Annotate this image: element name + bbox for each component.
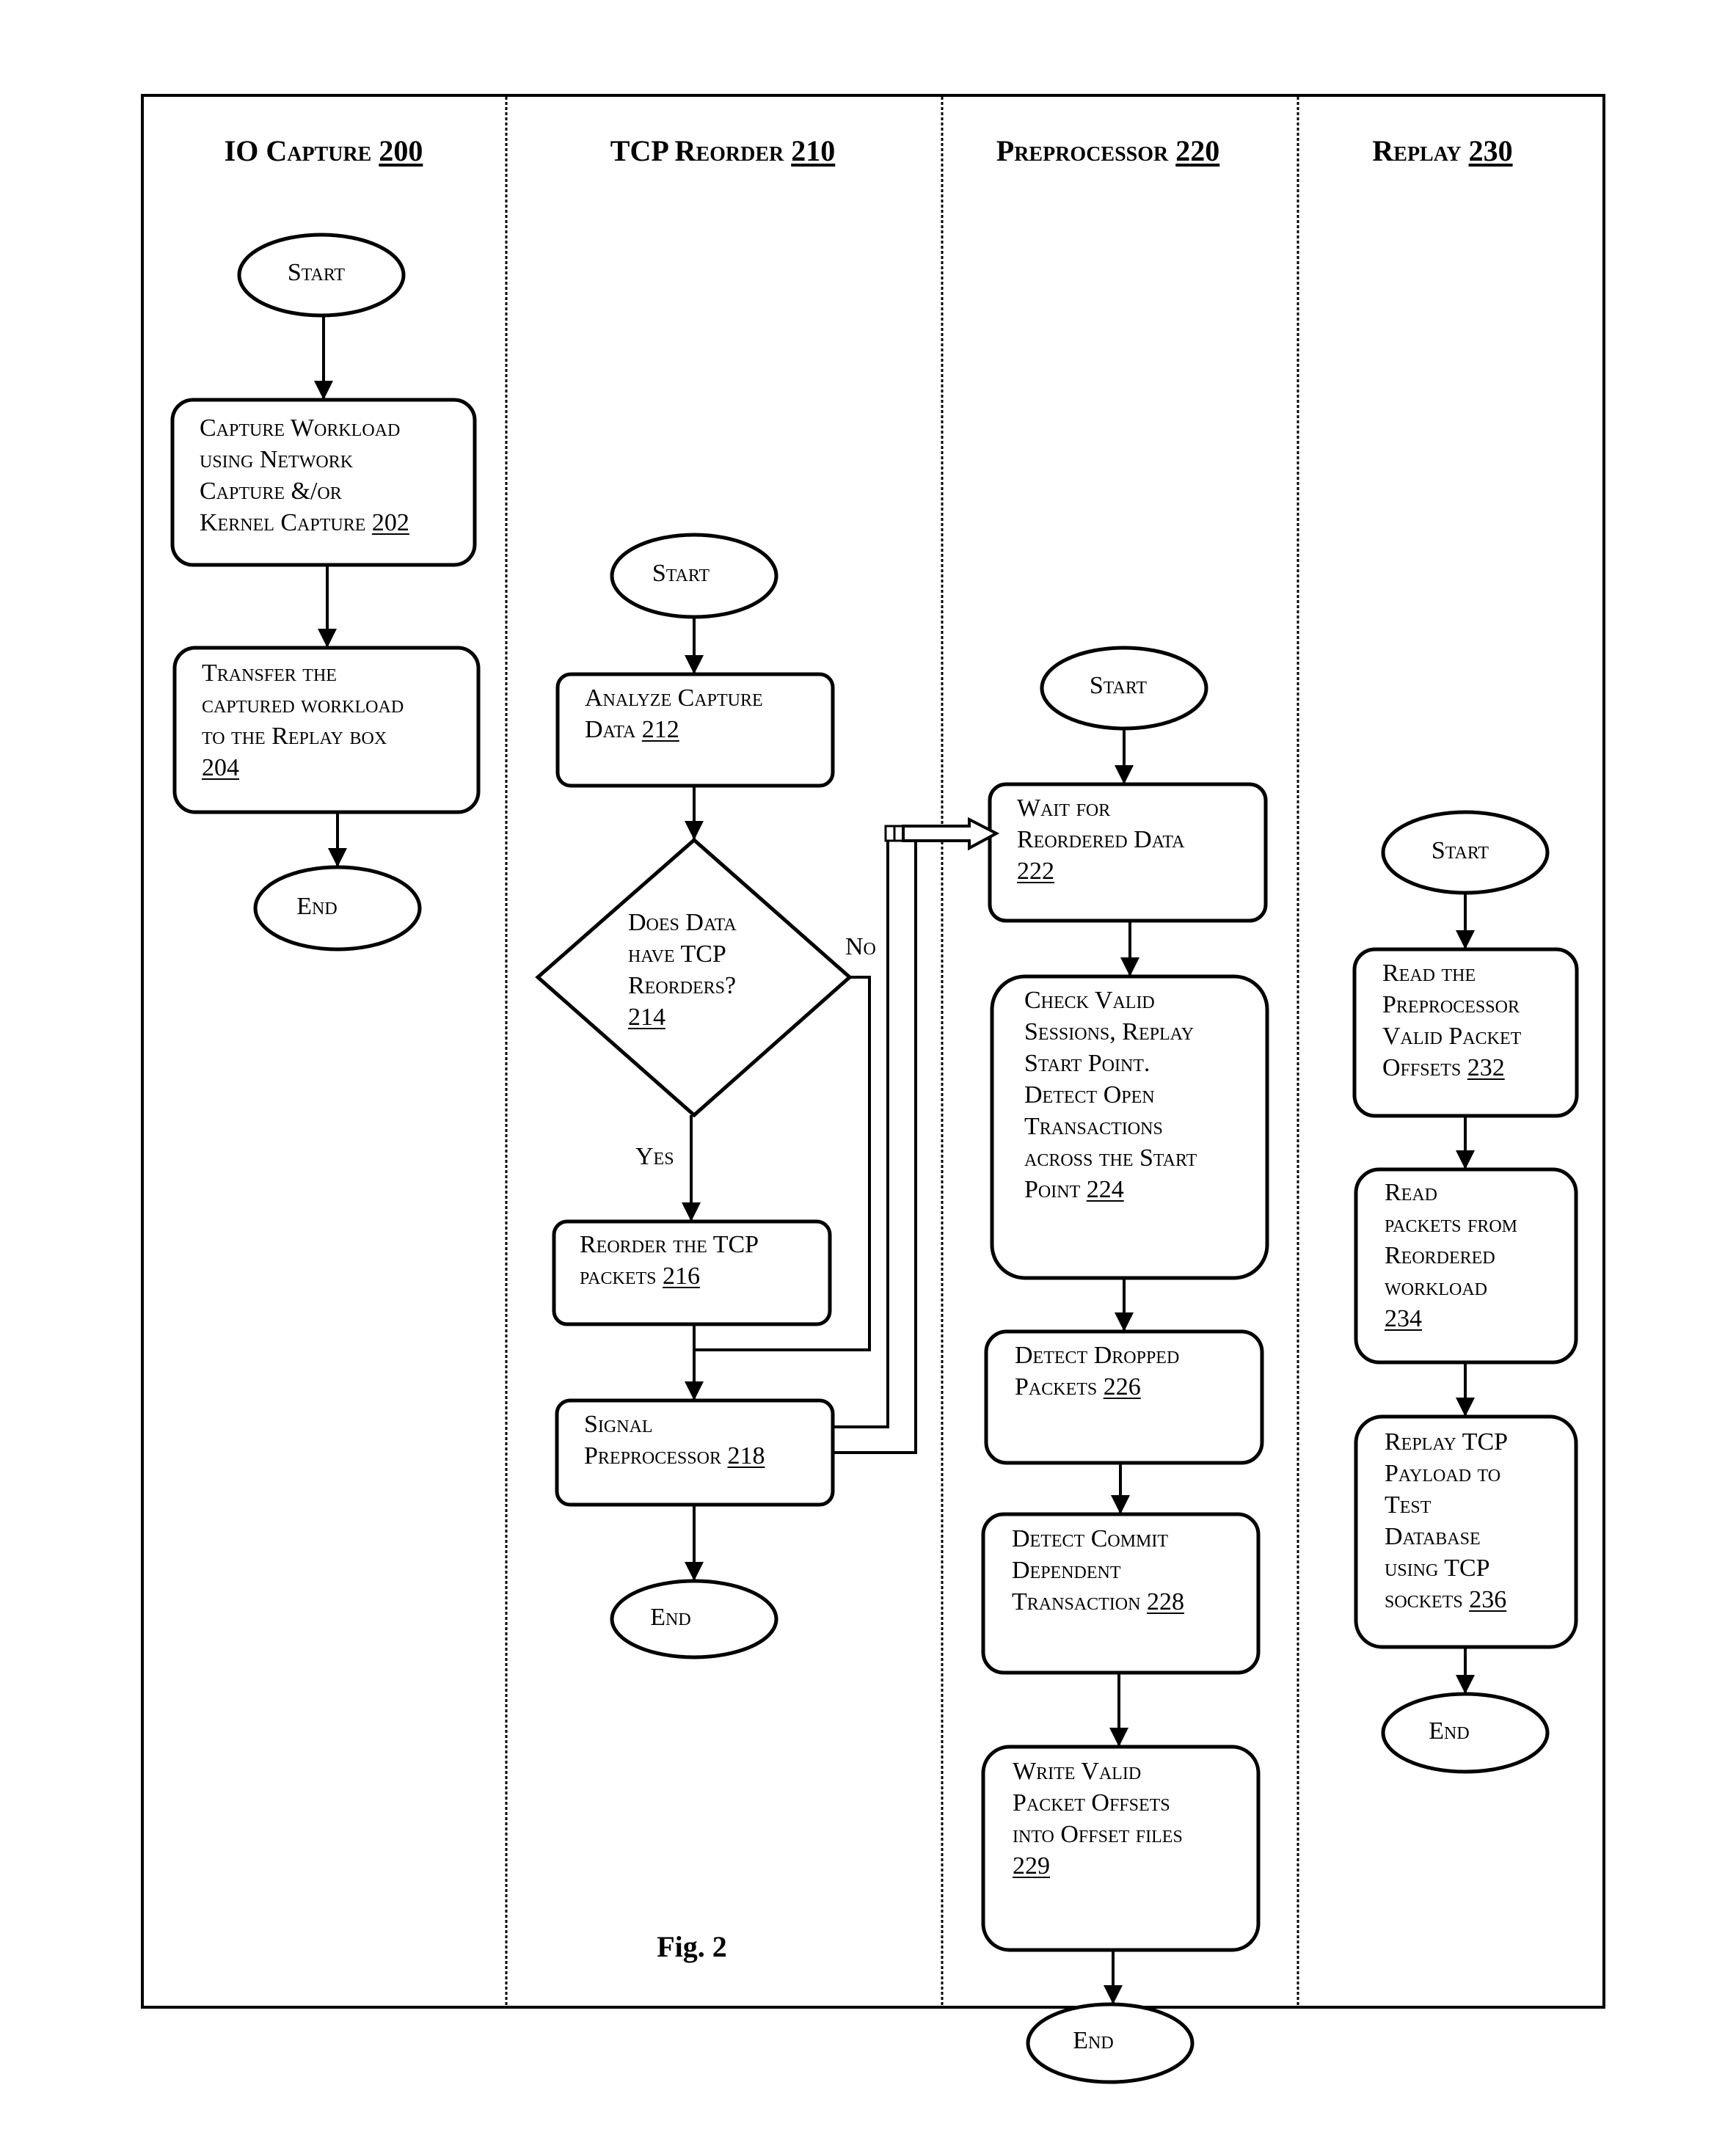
step-202-ref: 202 <box>371 509 409 536</box>
lane-title-preprocessor: Preprocessor 220 <box>996 134 1219 168</box>
figure-caption: Fig. 2 <box>657 1930 727 1963</box>
step-229-label: Write Valid Packet Offsets into Offset f… <box>1013 1758 1183 1848</box>
tcp-start-label: Start <box>652 560 710 587</box>
lane-title-text: IO Capture <box>224 134 372 167</box>
decision-214-ref: 214 <box>628 1004 665 1031</box>
step-202-text: Capture Workload using Network Capture &… <box>200 412 409 538</box>
pre-start-label: Start <box>1089 672 1148 699</box>
step-236-text: Replay TCP Payload to Test Database usin… <box>1385 1426 1508 1615</box>
step-234-text: Read packets from Reordered workload 234 <box>1385 1177 1517 1334</box>
step-218-label: Signal Preprocessor <box>584 1411 721 1469</box>
lane-title-replay: Replay 230 <box>1372 134 1512 168</box>
step-224-ref: 224 <box>1086 1176 1124 1203</box>
step-229-text: Write Valid Packet Offsets into Offset f… <box>1013 1756 1183 1882</box>
step-216-ref: 216 <box>662 1263 700 1290</box>
lane-ref-number: 210 <box>791 134 836 167</box>
step-202-label: Capture Workload using Network Capture &… <box>200 415 401 536</box>
lane-title-text: TCP Reorder <box>610 134 784 167</box>
step-216-text: Reorder the TCP packets 216 <box>580 1229 759 1292</box>
step-226-ref: 226 <box>1103 1373 1141 1400</box>
step-204-text: Transfer the captured workload to the Re… <box>202 657 404 784</box>
rep-end-label: End <box>1429 1717 1470 1745</box>
decision-214-text: Does Data have TCP Reorders? 214 <box>628 907 737 1033</box>
edge-218-signal-line-1 <box>833 841 889 1428</box>
step-228-ref: 228 <box>1146 1588 1184 1615</box>
io-start-label: Start <box>287 259 346 286</box>
signal-arrow-to-222 <box>902 817 1000 851</box>
edge-214-no-path <box>694 976 871 1351</box>
step-234-ref: 234 <box>1385 1305 1422 1332</box>
pre-end-label: End <box>1073 2027 1114 2054</box>
step-204-label: Transfer the captured workload to the Re… <box>202 660 404 750</box>
lane-title-text: Preprocessor <box>996 134 1169 167</box>
step-236-ref: 236 <box>1469 1586 1507 1613</box>
decision-214-label: Does Data have TCP Reorders? <box>628 909 737 999</box>
step-224-label: Check Valid Sessions, Replay Start Point… <box>1024 987 1197 1203</box>
step-222-label: Wait for Reordered Data <box>1017 795 1185 853</box>
rep-start-label: Start <box>1431 837 1489 864</box>
step-229-ref: 229 <box>1013 1852 1050 1880</box>
tcp-end-terminal <box>610 1579 778 1659</box>
step-226-label: Detect Dropped Packets <box>1015 1342 1180 1400</box>
edge-label-yes: Yes <box>635 1143 674 1170</box>
step-226-text: Detect Dropped Packets 226 <box>1015 1340 1179 1403</box>
step-218-text: Signal Preprocessor 218 <box>584 1409 765 1472</box>
step-232-text: Read the Preprocessor Valid Packet Offse… <box>1382 957 1521 1084</box>
step-218-ref: 218 <box>727 1442 765 1469</box>
lane-ref-number: 220 <box>1175 134 1220 167</box>
edge-label-no: No <box>845 933 876 960</box>
lane-title-text: Replay <box>1372 134 1462 167</box>
io-end-terminal <box>253 865 422 952</box>
step-228-text: Detect Commit Dependent Transaction 228 <box>1012 1523 1184 1618</box>
step-212-ref: 212 <box>641 716 679 743</box>
step-222-text: Wait for Reordered Data 222 <box>1017 792 1184 887</box>
lane-ref-number: 230 <box>1468 134 1513 167</box>
step-234-label: Read packets from Reordered workload <box>1385 1179 1518 1301</box>
io-end-label: End <box>296 893 338 920</box>
step-222-ref: 222 <box>1017 858 1054 885</box>
tcp-end-label: End <box>650 1604 691 1631</box>
step-232-ref: 232 <box>1467 1054 1505 1081</box>
lane-title-tcp-reorder: TCP Reorder 210 <box>610 134 835 168</box>
step-204-ref: 204 <box>202 754 239 781</box>
step-224-text: Check Valid Sessions, Replay Start Point… <box>1024 985 1197 1205</box>
step-212-text: Analyze Capture Data 212 <box>585 682 763 745</box>
lane-title-io-capture: IO Capture 200 <box>225 134 423 168</box>
lane-ref-number: 200 <box>379 134 423 167</box>
step-228-label: Detect Commit Dependent Transaction <box>1012 1525 1169 1615</box>
